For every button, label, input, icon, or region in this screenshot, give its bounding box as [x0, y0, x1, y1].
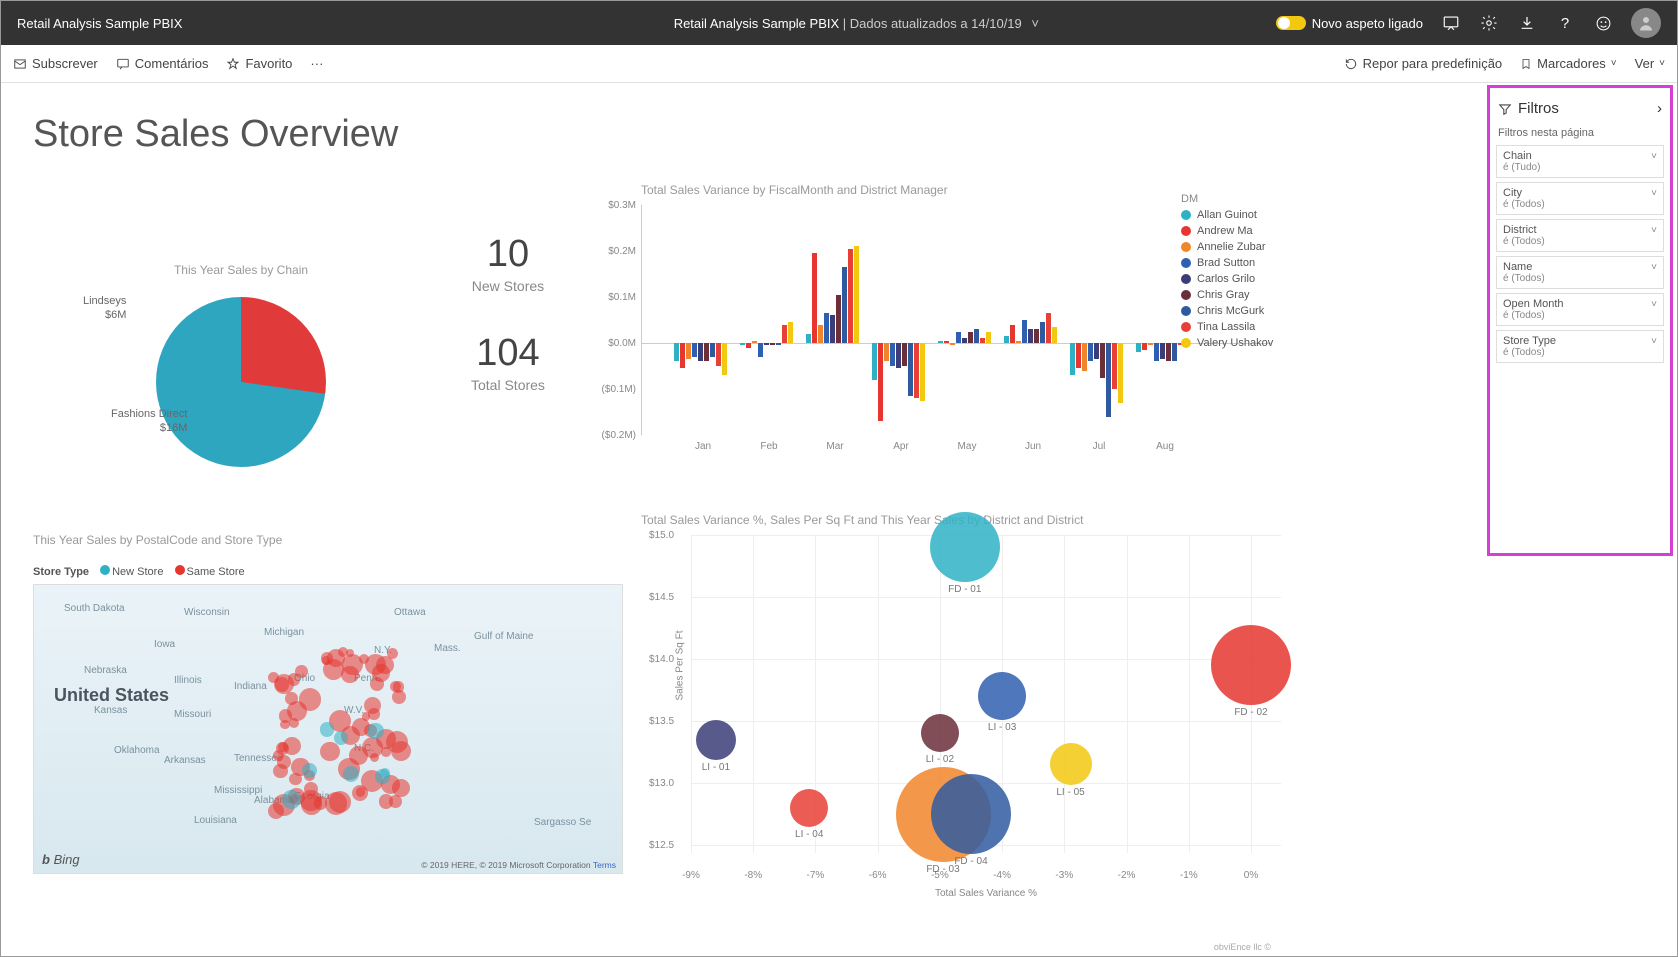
filter-card[interactable]: Chainé (Tudo)˅	[1496, 145, 1664, 178]
legend-title: DM	[1181, 193, 1273, 205]
filter-card[interactable]: Nameé (Todos)˅	[1496, 256, 1664, 289]
action-bar: Subscrever Comentários Favorito ··· Repo…	[1, 45, 1677, 83]
filter-card[interactable]: Open Monthé (Todos)˅	[1496, 293, 1664, 326]
topbar-actions: Novo aspeto ligado ?	[1276, 8, 1661, 38]
chevron-down-icon[interactable]: ˅	[1031, 16, 1039, 31]
page-title: Store Sales Overview	[33, 113, 1455, 156]
chevron-down-icon: ˅	[1651, 151, 1657, 162]
map-legend: Store Type New Store Same Store	[33, 565, 633, 578]
new-look-toggle[interactable]: Novo aspeto ligado	[1276, 16, 1423, 31]
download-icon[interactable]	[1517, 13, 1537, 33]
bubble[interactable]	[978, 672, 1026, 720]
filter-card[interactable]: Store Typeé (Todos)˅	[1496, 330, 1664, 363]
toggle-label: Novo aspeto ligado	[1312, 16, 1423, 31]
favorite-button[interactable]: Favorito	[226, 56, 292, 71]
chevron-down-icon: ˅	[1659, 58, 1665, 69]
bubble[interactable]	[696, 720, 736, 760]
map-attribution: © 2019 HERE, © 2019 Microsoft Corporatio…	[421, 860, 616, 870]
legend-item[interactable]: Annelie Zubar	[1181, 241, 1273, 253]
bubble[interactable]	[1050, 743, 1092, 785]
bubble[interactable]	[930, 512, 1000, 582]
filters-title: Filtros	[1518, 100, 1559, 117]
filters-panel[interactable]: Filtros › Filtros nesta página Chainé (T…	[1487, 85, 1673, 556]
bar-title: Total Sales Variance by FiscalMonth and …	[641, 183, 1271, 197]
pie-visual[interactable]: This Year Sales by Chain Lindseys$6M Fas…	[61, 233, 421, 467]
legend-item[interactable]: Valery Ushakov	[1181, 337, 1273, 349]
chevron-down-icon: ˅	[1651, 188, 1657, 199]
help-icon[interactable]: ?	[1555, 13, 1575, 33]
chevron-right-icon[interactable]: ›	[1657, 100, 1662, 117]
legend-item[interactable]: Allan Guinot	[1181, 209, 1273, 221]
bing-logo: b Bing	[42, 852, 80, 867]
chevron-down-icon: ˅	[1651, 336, 1657, 347]
pie-title: This Year Sales by Chain	[61, 263, 421, 277]
kpi-total-stores-label: Total Stores	[471, 377, 545, 393]
map-country-label: United States	[54, 685, 169, 706]
breadcrumb: Retail Analysis Sample PBIX | Dados atua…	[437, 16, 1276, 31]
bubble[interactable]	[1211, 625, 1291, 705]
map-title: This Year Sales by PostalCode and Store …	[33, 533, 633, 547]
scatter-xlabel: Total Sales Variance %	[935, 888, 1037, 899]
chevron-down-icon: ˅	[1611, 58, 1617, 69]
kpi-new-stores-label: New Stores	[471, 278, 545, 294]
avatar[interactable]	[1631, 8, 1661, 38]
filter-card[interactable]: Cityé (Todos)˅	[1496, 182, 1664, 215]
kpi-total-stores-value: 104	[471, 332, 545, 375]
reset-button[interactable]: Repor para predefinição	[1344, 56, 1502, 71]
legend-item[interactable]: Tina Lassila	[1181, 321, 1273, 333]
chevron-down-icon: ˅	[1651, 225, 1657, 236]
map-visual[interactable]: This Year Sales by PostalCode and Store …	[33, 533, 633, 874]
bubble[interactable]	[790, 789, 828, 827]
legend-item[interactable]: Brad Sutton	[1181, 257, 1273, 269]
more-icon[interactable]: ···	[310, 56, 323, 71]
pie-chart	[156, 297, 326, 467]
filter-icon	[1498, 102, 1512, 116]
chevron-down-icon: ˅	[1651, 262, 1657, 273]
scatter-visual[interactable]: Total Sales Variance %, Sales Per Sq Ft …	[641, 513, 1281, 903]
view-button[interactable]: Ver˅	[1635, 56, 1665, 71]
legend-item[interactable]: Carlos Grilo	[1181, 273, 1273, 285]
top-bar: Retail Analysis Sample PBIX Retail Analy…	[1, 1, 1677, 45]
pie-label-lindseys: Lindseys$6M	[83, 295, 126, 323]
bubble[interactable]	[921, 714, 959, 752]
map-terms-link[interactable]: Terms	[593, 860, 616, 870]
scatter-ylabel: Sales Per Sq Ft	[675, 630, 686, 700]
copyright: obviEnce llc ©	[1214, 942, 1271, 952]
app-title: Retail Analysis Sample PBIX	[17, 16, 437, 31]
chevron-down-icon: ˅	[1651, 299, 1657, 310]
scatter-plot: Sales Per Sq Ft Total Sales Variance % -…	[691, 535, 1281, 865]
filter-card[interactable]: Districté (Todos)˅	[1496, 219, 1664, 252]
legend-item[interactable]: Chris McGurk	[1181, 305, 1273, 317]
map: United States b Bing © 2019 HERE, © 2019…	[33, 584, 623, 874]
bar-plot: $0.3M$0.2M$0.1M$0.0M($0.1M)($0.2M)JanFeb…	[641, 205, 1271, 435]
report-canvas: Store Sales Overview This Year Sales by …	[1, 83, 1481, 956]
bubble[interactable]	[931, 774, 1011, 854]
filters-header: Filtros ›	[1496, 96, 1664, 121]
chat-icon[interactable]	[1441, 13, 1461, 33]
legend-item[interactable]: Chris Gray	[1181, 289, 1273, 301]
subscribe-button[interactable]: Subscrever	[13, 56, 98, 71]
smile-icon[interactable]	[1593, 13, 1613, 33]
bookmarks-button[interactable]: Marcadores˅	[1520, 56, 1616, 71]
pie-label-fd: Fashions Direct$16M	[111, 408, 187, 436]
kpi-new-stores-value: 10	[471, 233, 545, 276]
report-name: Retail Analysis Sample PBIX	[674, 16, 839, 31]
gear-icon[interactable]	[1479, 13, 1499, 33]
bar-visual[interactable]: Total Sales Variance by FiscalMonth and …	[641, 183, 1271, 463]
updated-text: | Dados atualizados a 14/10/19	[839, 16, 1022, 31]
legend-item[interactable]: Andrew Ma	[1181, 225, 1273, 237]
comments-button[interactable]: Comentários	[116, 56, 209, 71]
filters-subtitle: Filtros nesta página	[1498, 127, 1662, 139]
kpi-cards: 10 New Stores 104 Total Stores	[471, 233, 545, 431]
bar-legend: DM Allan Guinot Andrew Ma Annelie Zubar Bra…	[1181, 193, 1273, 353]
